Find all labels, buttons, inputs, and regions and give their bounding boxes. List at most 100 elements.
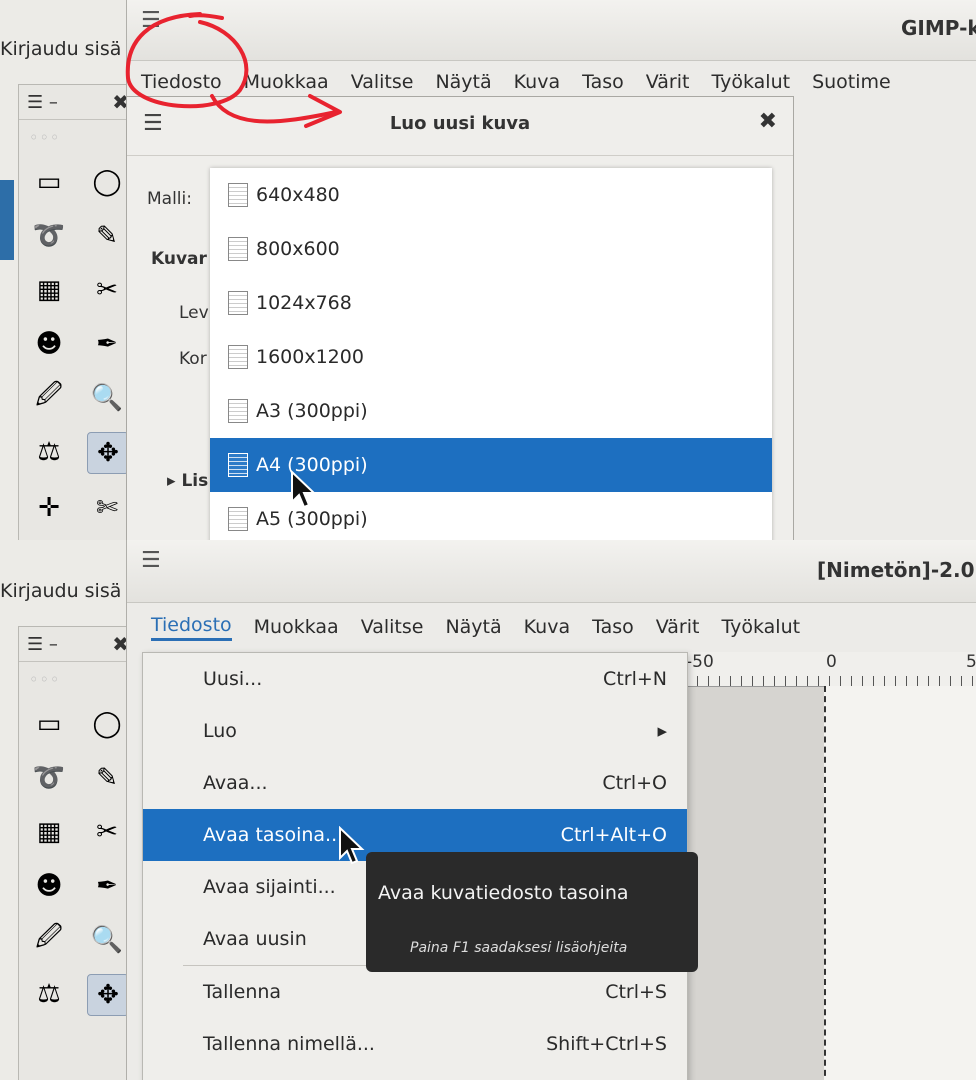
rect-select-tool-icon[interactable]: ▭ [29, 704, 69, 744]
window-title: [Nimetön]-2.0 [817, 558, 975, 582]
menu-taso[interactable]: Taso [592, 616, 634, 638]
menu-item-shortcut: Ctrl+O [602, 772, 667, 794]
zoom-tool-icon[interactable]: 🔍 [87, 920, 127, 960]
menu-tiedosto[interactable]: Tiedosto [151, 614, 232, 641]
color-picker-tool-icon[interactable]: 🖉 [29, 920, 69, 960]
menu-item-tallenna[interactable]: Tallenna Ctrl+S [143, 966, 687, 1018]
menu-item-label: Uusi... [203, 668, 263, 690]
window-menu-icon[interactable]: ☰ [141, 548, 161, 573]
toolbox-header: ☰ – ✖ [19, 85, 137, 120]
menu-tiedosto[interactable]: Tiedosto [141, 71, 222, 93]
menu-varit[interactable]: Värit [646, 71, 690, 93]
wilber-logo: ◦◦◦ [29, 128, 61, 147]
menu-item-shortcut: Ctrl+N [603, 668, 667, 690]
login-link[interactable]: Kirjaudu sisä [0, 580, 121, 602]
ellipse-select-tool-icon[interactable]: ◯ [87, 704, 127, 744]
menu-item-label: Avaa sijainti... [203, 876, 336, 898]
paths-tool-icon[interactable]: ✒ [87, 324, 127, 364]
menu-item-label: Tallenna [203, 981, 282, 1003]
menu-item-shortcut: Ctrl+Alt+O [560, 824, 667, 846]
align-tool-icon[interactable]: ✛ [29, 488, 69, 528]
background-accent [0, 180, 14, 260]
toolbox-menu-icon[interactable]: ☰ – [27, 92, 58, 113]
template-option[interactable]: 1024x768 [210, 276, 772, 330]
image-size-label: Kuvar [151, 249, 207, 269]
dialog-title: Luo uusi kuva [389, 113, 531, 134]
template-option[interactable]: 640x480 [210, 168, 772, 222]
measure-tool-icon[interactable]: ⚖ [29, 974, 69, 1014]
menu-item-shortcut: Ctrl+S [605, 981, 667, 1003]
ruler-label: 0 [826, 652, 837, 672]
menu-item-uusi[interactable]: Uusi... Ctrl+N [143, 653, 687, 705]
menu-item-tallenna-nimella[interactable]: Tallenna nimellä... Shift+Ctrl+S [143, 1018, 687, 1070]
scissors-tool-icon[interactable]: ✂ [87, 270, 127, 310]
lasso-tool-icon[interactable]: ➰ [29, 216, 69, 256]
crop-tool-icon[interactable]: ✄ [87, 488, 127, 528]
template-option-label: 1024x768 [256, 292, 352, 314]
menu-muokkaa[interactable]: Muokkaa [244, 71, 329, 93]
tooltip: Avaa kuvatiedosto tasoina Paina F1 saada… [366, 852, 698, 972]
move-tool-icon[interactable]: ✥ [87, 432, 129, 474]
menu-bar: Tiedosto Muokkaa Valitse Näytä Kuva Taso… [127, 603, 976, 651]
tooltip-hint: Paina F1 saadaksesi lisäohjeita [410, 940, 628, 956]
document-icon [228, 183, 248, 207]
height-label: Kor [179, 349, 207, 369]
menu-item-avaa[interactable]: Avaa... Ctrl+O [143, 757, 687, 809]
color-picker-tool-icon[interactable]: 🖉 [29, 378, 69, 418]
window-menu-icon[interactable]: ☰ [141, 8, 161, 33]
color-select-tool-icon[interactable]: ▦ [29, 270, 69, 310]
fuzzy-select-tool-icon[interactable]: ✎ [87, 216, 127, 256]
menu-valitse[interactable]: Valitse [351, 71, 414, 93]
template-option[interactable]: 800x600 [210, 222, 772, 276]
lasso-tool-icon[interactable]: ➰ [29, 758, 69, 798]
toolbox-panel: ☰ – ✖ ◦◦◦ ▭ ◯ ➰ ✎ ▦ ✂ ☻ ✒ 🖉 🔍 ⚖ ✥ [18, 626, 138, 1080]
menu-item-shortcut: Shift+Ctrl+S [546, 1033, 667, 1055]
paths-tool-icon[interactable]: ✒ [87, 866, 127, 906]
measure-tool-icon[interactable]: ⚖ [29, 432, 69, 472]
dialog-header: ☰ Luo uusi kuva ✖ [127, 97, 793, 156]
image-canvas[interactable] [824, 686, 976, 1080]
window-title: GIMP-k [901, 16, 976, 40]
template-label: Malli: [147, 189, 192, 209]
ellipse-select-tool-icon[interactable]: ◯ [87, 162, 127, 202]
menu-item-label: Avaa tasoina... [203, 824, 344, 846]
color-select-tool-icon[interactable]: ▦ [29, 812, 69, 852]
move-tool-icon[interactable]: ✥ [87, 974, 129, 1016]
width-label: Lev [179, 303, 209, 323]
ruler-ticks [686, 676, 976, 686]
menu-muokkaa[interactable]: Muokkaa [254, 616, 339, 638]
template-option-label: 1600x1200 [256, 346, 364, 368]
menu-valitse[interactable]: Valitse [361, 616, 424, 638]
login-link[interactable]: Kirjaudu sisä [0, 38, 121, 60]
image-canvas-area[interactable]: -50 0 5 [686, 652, 976, 1080]
menu-taso[interactable]: Taso [582, 71, 624, 93]
menu-kuva[interactable]: Kuva [524, 616, 570, 638]
close-icon[interactable]: ✖ [759, 109, 777, 134]
fuzzy-select-tool-icon[interactable]: ✎ [87, 758, 127, 798]
zoom-tool-icon[interactable]: 🔍 [87, 378, 127, 418]
template-option-label: A5 (300ppi) [256, 508, 368, 530]
advanced-options-expander[interactable]: ▸ Lis [167, 471, 208, 491]
horizontal-ruler[interactable]: -50 0 5 [686, 652, 976, 687]
foreground-select-tool-icon[interactable]: ☻ [29, 866, 69, 906]
menu-item-label: Tallenna nimellä... [203, 1033, 375, 1055]
scissors-tool-icon[interactable]: ✂ [87, 812, 127, 852]
title-bar: ☰ GIMP-k [127, 0, 976, 61]
menu-tyokalut[interactable]: Työkalut [711, 71, 790, 93]
menu-suotimet[interactable]: Suotime [812, 71, 891, 93]
menu-tyokalut[interactable]: Työkalut [721, 616, 800, 638]
document-icon [228, 345, 248, 369]
menu-item-label: Avaa... [203, 772, 268, 794]
menu-kuva[interactable]: Kuva [514, 71, 560, 93]
menu-nayta[interactable]: Näytä [435, 71, 491, 93]
template-option[interactable]: 1600x1200 [210, 330, 772, 384]
menu-item-luo[interactable]: Luo ▸ [143, 705, 687, 757]
menu-nayta[interactable]: Näytä [445, 616, 501, 638]
template-option[interactable]: A3 (300ppi) [210, 384, 772, 438]
document-icon [228, 399, 248, 423]
rect-select-tool-icon[interactable]: ▭ [29, 162, 69, 202]
advanced-options-label: Lis [181, 471, 209, 491]
toolbox-menu-icon[interactable]: ☰ – [27, 634, 58, 655]
foreground-select-tool-icon[interactable]: ☻ [29, 324, 69, 364]
menu-varit[interactable]: Värit [656, 616, 700, 638]
